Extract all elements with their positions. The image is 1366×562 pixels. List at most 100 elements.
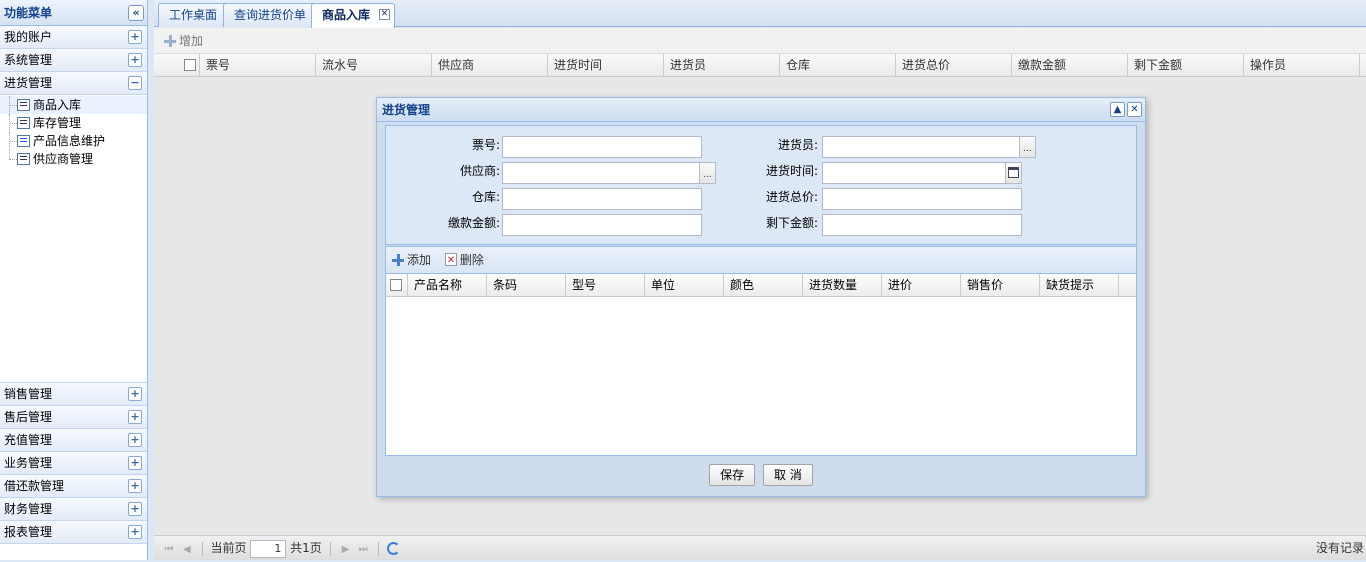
purchase-time-input[interactable] [822,162,1006,184]
column-header[interactable]: 颜色 [724,274,803,296]
supplier-label: 供应商: [459,164,500,178]
total-price-input[interactable] [822,188,1022,210]
tree-item-inventory[interactable]: 库存管理 [0,114,147,132]
column-header[interactable]: 缴款金额 [1012,54,1128,76]
save-button[interactable]: 保存 [709,464,756,486]
collapse-icon[interactable]: − [128,76,142,90]
document-icon [17,135,30,147]
warehouse-input[interactable] [502,188,702,210]
next-page-icon[interactable]: ▶ [338,537,352,562]
detail-grid-header: 产品名称 条码 型号 单位 颜色 进货数量 进价 销售价 缺货提示 [386,274,1136,297]
expand-icon[interactable]: + [128,502,142,516]
column-header[interactable]: 票号 [200,54,316,76]
menu-group-sales[interactable]: 销售管理 + [0,383,147,406]
column-header[interactable]: 仓库 [780,54,896,76]
buyer-label: 进货员: [777,138,818,152]
expand-icon[interactable]: + [128,525,142,539]
pagination-bar: ⏮ ◀ 当前页 1 共1页 ▶ ⏭ 没有记录 [154,535,1366,560]
expand-icon[interactable]: + [128,30,142,44]
column-header[interactable]: 进货总价 [896,54,1012,76]
column-header[interactable]: 流水号 [316,54,432,76]
delete-row-button[interactable]: 删除 [444,253,484,267]
tab-query-purchase-price[interactable]: 查询进货价单 [223,3,318,27]
menu-group-business[interactable]: 业务管理 + [0,452,147,475]
column-header[interactable]: 进货时间 [548,54,664,76]
detail-toolbar: 添加 删除 [386,247,1136,274]
column-header[interactable]: 销售价 [961,274,1040,296]
select-all-checkbox[interactable] [390,279,402,291]
date-picker-button[interactable] [1005,162,1022,184]
remaining-amount-input[interactable] [822,214,1022,236]
ticket-no-label: 票号: [471,138,500,152]
column-header[interactable]: 产品名称 [408,274,487,296]
menu-group-reports[interactable]: 报表管理 + [0,521,147,544]
column-header[interactable]: 条码 [487,274,566,296]
close-dialog-icon[interactable]: ✕ [1127,102,1142,117]
ticket-no-input[interactable] [502,136,702,158]
expand-icon[interactable]: + [128,479,142,493]
plus-icon [392,254,404,266]
menu-group-finance[interactable]: 财务管理 + [0,498,147,521]
select-all-cell [154,54,200,76]
tab-goods-inbound[interactable]: 商品入库 ✕ [311,3,396,28]
refresh-icon[interactable] [386,542,400,555]
expand-icon[interactable]: + [128,387,142,401]
menu-group-my-account[interactable]: 我的账户 + [0,26,147,49]
expand-icon[interactable]: + [128,433,142,447]
document-icon [17,117,30,129]
menu-group-system[interactable]: 系统管理 + [0,49,147,72]
total-price-label: 进货总价: [765,190,818,204]
page-number-input[interactable]: 1 [250,539,287,558]
document-icon [17,99,30,111]
column-header[interactable]: 供应商 [432,54,548,76]
plus-icon [164,35,176,47]
menu-group-loans[interactable]: 借还款管理 + [0,475,147,498]
dialog-footer: 保存 取 消 [377,464,1145,486]
last-page-icon[interactable]: ⏭ [356,537,370,562]
tree-item-goods-inbound[interactable]: 商品入库 [0,96,147,114]
dialog-title-bar: 进货管理 ▲ ✕ [377,98,1145,122]
calendar-icon [1008,167,1019,178]
remaining-amount-label: 剩下金额: [765,216,818,230]
first-page-icon[interactable]: ⏮ [162,537,176,562]
expand-icon[interactable]: + [128,410,142,424]
menu-group-after-sales[interactable]: 售后管理 + [0,406,147,429]
column-header[interactable]: 进价 [882,274,961,296]
sidebar-title: 功能菜单 « [0,0,147,26]
add-button[interactable]: 增加 [164,34,203,48]
paid-amount-input[interactable] [502,214,702,236]
cancel-button[interactable]: 取 消 [763,464,813,486]
column-header[interactable]: 操作员 [1244,54,1360,76]
detail-grid-panel: 添加 删除 产品名称 条码 型号 单位 颜色 进货数量 进价 销售价 缺货提示 [385,246,1137,456]
document-icon [17,153,30,165]
buyer-picker-button[interactable]: ... [1019,136,1036,158]
menu-group-purchase[interactable]: 进货管理 − [0,72,147,95]
expand-icon[interactable]: + [128,456,142,470]
tree-item-supplier[interactable]: 供应商管理 [0,150,147,168]
menu-group-recharge[interactable]: 充值管理 + [0,429,147,452]
collapse-dialog-icon[interactable]: ▲ [1110,102,1125,117]
column-header[interactable]: 单位 [645,274,724,296]
grid-toolbar: 增加 [154,28,1366,54]
select-all-cell [386,274,408,296]
column-header[interactable]: 型号 [566,274,645,296]
column-header[interactable]: 进货数量 [803,274,882,296]
purchase-menu-tree: 商品入库 库存管理 产品信息维护 供应商管理 [0,95,147,383]
column-header[interactable]: 进货员 [664,54,780,76]
column-header[interactable]: 剩下金额 [1128,54,1244,76]
supplier-input[interactable] [502,162,700,184]
expand-icon[interactable]: + [128,53,142,67]
delete-icon [444,253,457,266]
add-row-button[interactable]: 添加 [392,253,435,267]
close-tab-icon[interactable]: ✕ [379,9,391,20]
prev-page-icon[interactable]: ◀ [180,537,194,562]
tree-item-product-info[interactable]: 产品信息维护 [0,132,147,150]
column-header[interactable]: 缺货提示 [1040,274,1119,296]
tab-workspace[interactable]: 工作桌面 [158,3,229,27]
purchase-grid-header: 票号 流水号 供应商 进货时间 进货员 仓库 进货总价 缴款金额 剩下金额 操作… [154,54,1366,77]
collapse-sidebar-icon[interactable]: « [128,5,144,21]
buyer-input[interactable] [822,136,1020,158]
select-all-checkbox[interactable] [184,59,196,71]
purchase-form: 票号: 进货员: ... 供应商: ... 进货时间: 仓库: 进货总价: 缴款… [385,125,1137,245]
tab-strip: 工作桌面 查询进货价单 商品入库 ✕ [154,0,1366,28]
